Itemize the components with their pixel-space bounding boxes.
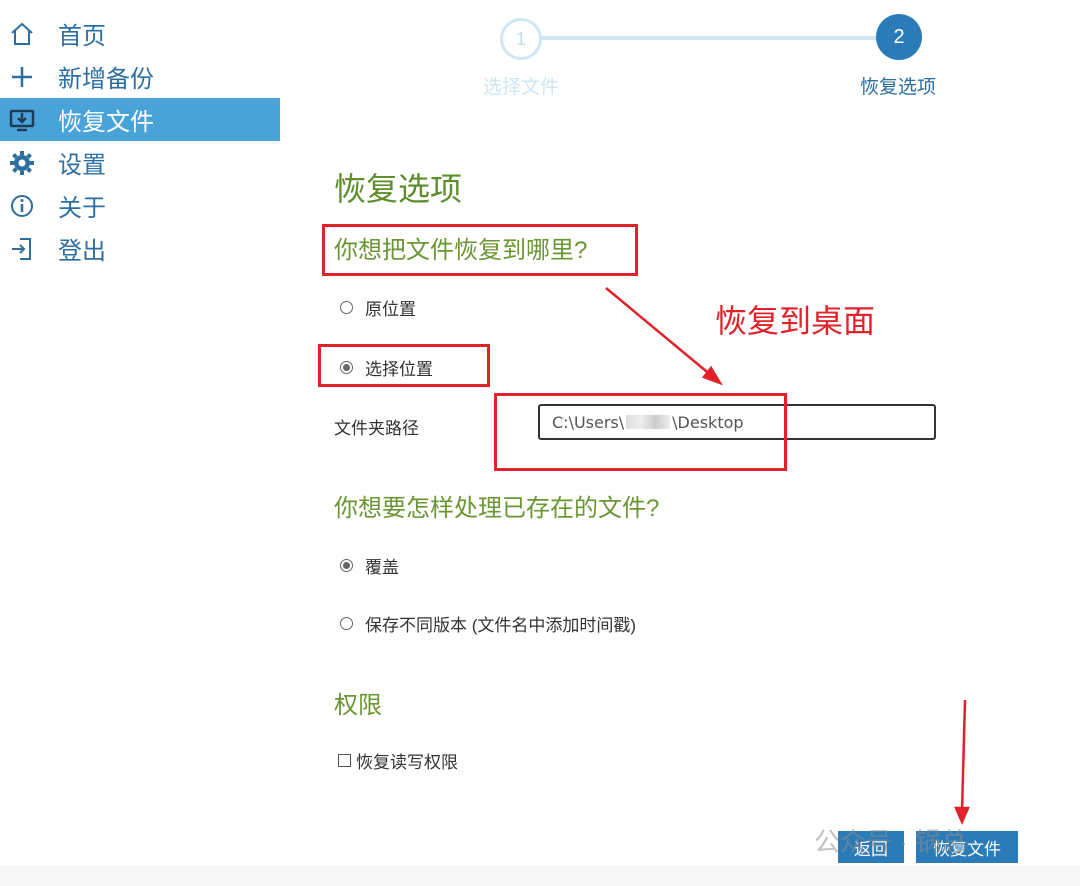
annotation-arrow-to-button — [954, 699, 970, 826]
page-title: 恢复选项 — [334, 171, 463, 207]
checkbox[interactable] — [338, 754, 351, 767]
radio-keep-versions[interactable]: 保存不同版本 (文件名中添加时间戳) — [340, 611, 636, 636]
radio-button[interactable] — [340, 301, 353, 314]
info-icon — [0, 184, 44, 227]
radio-label: 保存不同版本 (文件名中添加时间戳) — [365, 616, 637, 635]
sidebar-item-label: 设置 — [58, 152, 106, 179]
watermark: 公众号 · 锅总 — [814, 827, 968, 857]
sidebar-item-new-backup[interactable]: 新增备份 — [0, 55, 280, 98]
step-1-circle[interactable]: 1 — [500, 18, 542, 60]
stepper-connector — [522, 36, 900, 40]
annotation-box-path — [494, 393, 787, 471]
logout-icon — [0, 227, 44, 270]
step-1-label[interactable]: 选择文件 — [483, 72, 559, 99]
plus-icon — [0, 55, 44, 98]
annotation-box-question — [322, 224, 638, 276]
sidebar-item-label: 新增备份 — [58, 66, 154, 93]
permissions-heading: 权限 — [334, 692, 382, 719]
wizard-stepper: 1 2 选择文件 恢复选项 — [480, 14, 950, 104]
home-icon — [0, 12, 44, 55]
radio-label: 原位置 — [365, 300, 416, 319]
sidebar: 首页 新增备份 恢复文件 设置 关于 登出 — [0, 12, 280, 270]
annotation-arrow-to-path — [605, 287, 723, 386]
radio-original-location[interactable]: 原位置 — [340, 295, 416, 320]
annotation-box-choose-location — [318, 344, 490, 387]
radio-button[interactable] — [340, 559, 353, 572]
radio-label: 覆盖 — [365, 558, 399, 577]
sidebar-item-label: 登出 — [58, 238, 106, 265]
checkbox-label: 恢复读写权限 — [356, 753, 458, 772]
folder-path-label: 文件夹路径 — [334, 419, 419, 438]
sidebar-item-settings[interactable]: 设置 — [0, 141, 280, 184]
sidebar-item-home[interactable]: 首页 — [0, 12, 280, 55]
radio-overwrite[interactable]: 覆盖 — [340, 553, 399, 578]
sidebar-item-restore[interactable]: 恢复文件 — [0, 98, 280, 141]
annotation-text: 恢复到桌面 — [715, 303, 876, 339]
step-2-label: 恢复选项 — [860, 77, 937, 98]
sidebar-item-label: 首页 — [58, 23, 106, 50]
radio-button[interactable] — [340, 617, 353, 630]
sidebar-item-label: 关于 — [58, 195, 106, 222]
sidebar-item-about[interactable]: 关于 — [0, 184, 280, 227]
restore-permissions-checkbox-row[interactable]: 恢复读写权限 — [338, 748, 458, 773]
existing-files-question: 你想要怎样处理已存在的文件? — [334, 495, 660, 522]
footer-bar — [0, 866, 1080, 886]
sidebar-item-logout[interactable]: 登出 — [0, 227, 280, 270]
sidebar-item-label: 恢复文件 — [58, 109, 154, 136]
step-2-circle: 2 — [876, 14, 922, 60]
gear-icon — [0, 141, 44, 184]
restore-monitor-icon — [0, 98, 44, 141]
